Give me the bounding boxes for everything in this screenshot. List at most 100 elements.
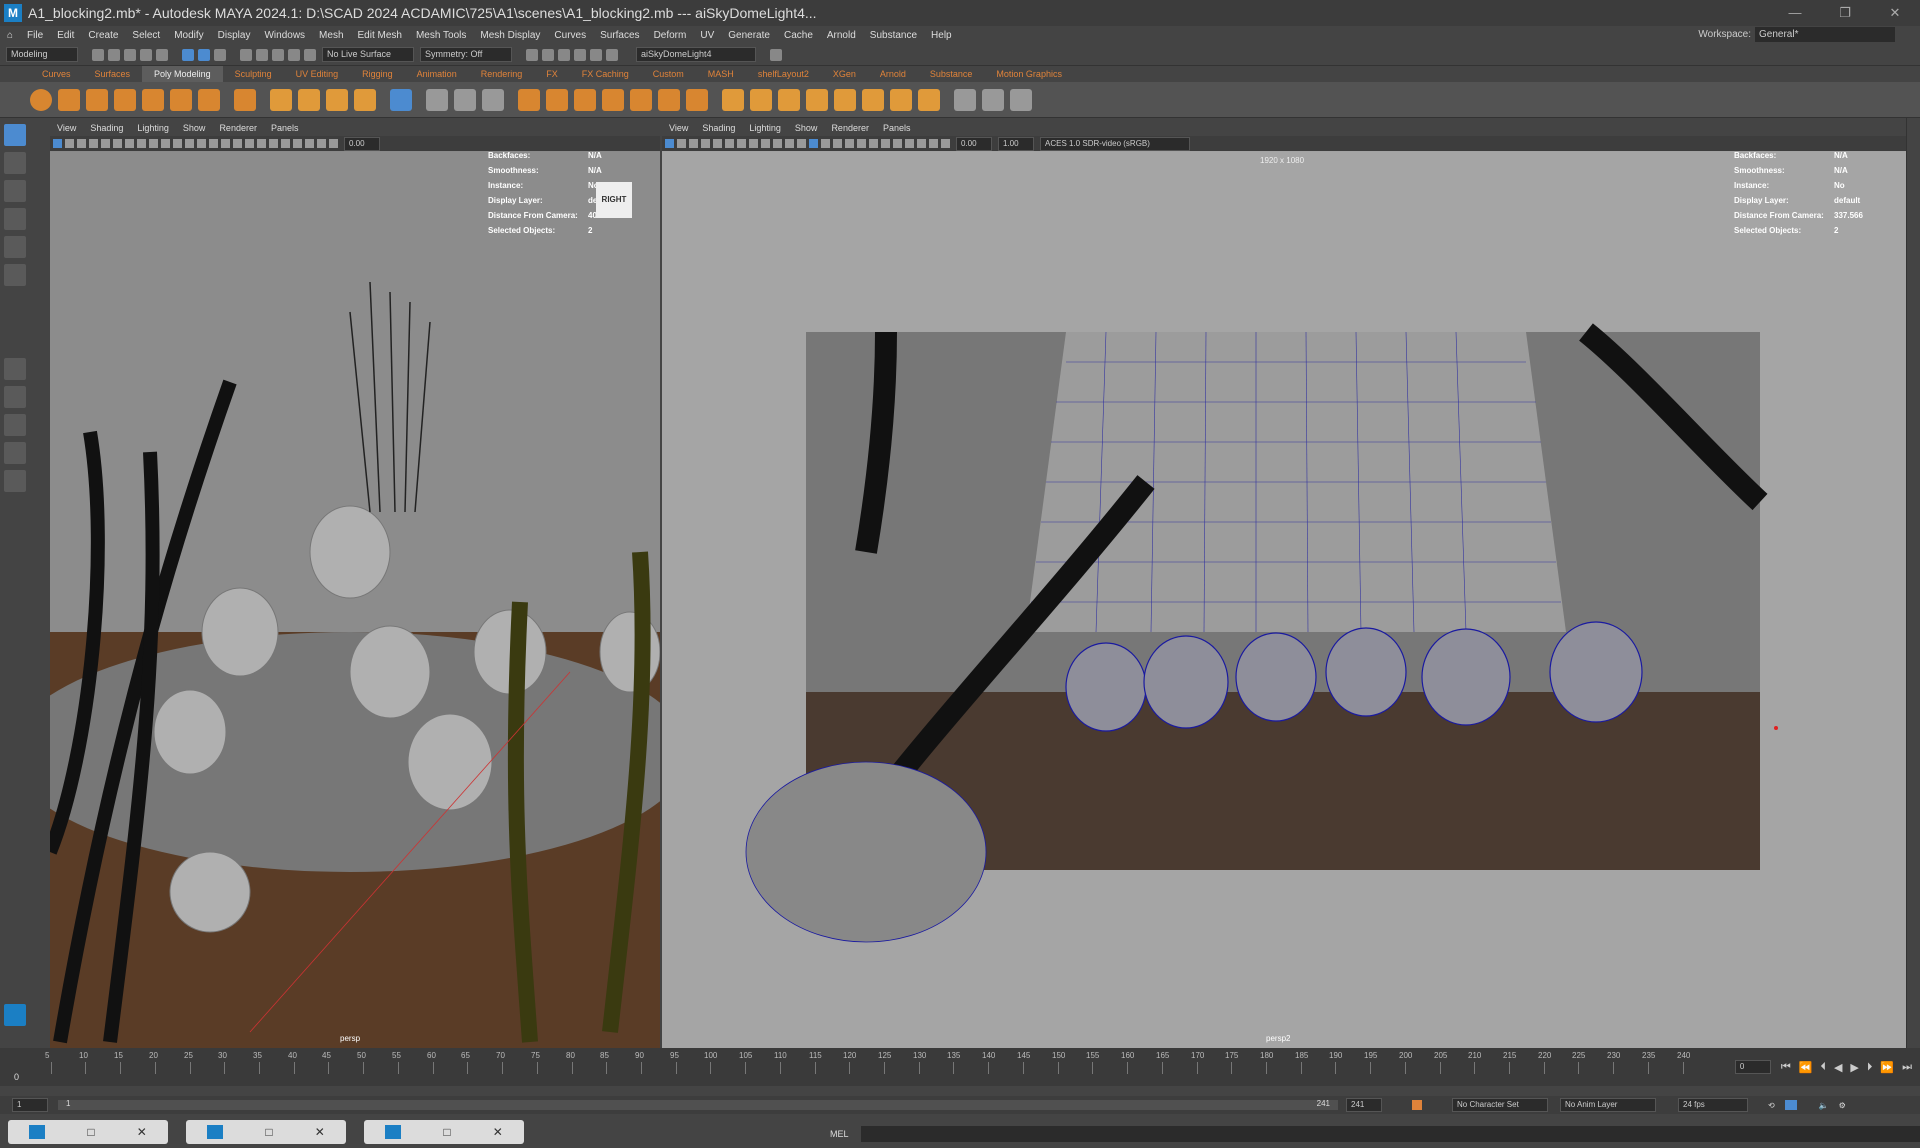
snap-surface-icon[interactable] bbox=[304, 48, 316, 61]
hypershade-icon[interactable] bbox=[574, 48, 586, 61]
restore-icon[interactable]: □ bbox=[443, 1125, 450, 1139]
shelf-tab-uv-editing[interactable]: UV Editing bbox=[284, 66, 351, 82]
menu-cache[interactable]: Cache bbox=[777, 30, 820, 41]
uv-grid-icon[interactable] bbox=[390, 88, 412, 111]
bookmark-icon[interactable] bbox=[689, 139, 698, 148]
go-to-end-icon[interactable]: ⏭ bbox=[1902, 1061, 1912, 1074]
depth-of-field-icon[interactable] bbox=[929, 139, 938, 148]
bridge-icon[interactable] bbox=[602, 88, 624, 111]
vp2-menu-lighting[interactable]: Lighting bbox=[742, 123, 788, 133]
vp1-menu-lighting[interactable]: Lighting bbox=[130, 123, 176, 133]
menu-display[interactable]: Display bbox=[211, 30, 258, 41]
range-bar[interactable]: 1 241 bbox=[58, 1099, 1338, 1110]
viewport-persp[interactable]: View Shading Lighting Show Renderer Pane… bbox=[50, 120, 660, 1048]
step-forward-icon[interactable]: ⏵ bbox=[1867, 1061, 1873, 1074]
render-settings-icon[interactable] bbox=[558, 48, 570, 61]
ambient-occlusion-icon[interactable] bbox=[893, 139, 902, 148]
super-shape-icon[interactable] bbox=[270, 88, 292, 111]
vp1-menu-view[interactable]: View bbox=[50, 123, 83, 133]
menu-create[interactable]: Create bbox=[81, 30, 125, 41]
shelf-tab-poly-modeling[interactable]: Poly Modeling bbox=[142, 66, 223, 82]
shelf-tab-rendering[interactable]: Rendering bbox=[469, 66, 535, 82]
shadows-icon[interactable] bbox=[233, 139, 242, 148]
menu-mesh-tools[interactable]: Mesh Tools bbox=[409, 30, 473, 41]
safe-action-icon[interactable] bbox=[161, 139, 170, 148]
booleans-icon[interactable] bbox=[518, 88, 540, 111]
play-forward-icon[interactable]: ▶ bbox=[1850, 1061, 1858, 1074]
field-chart-icon[interactable] bbox=[149, 139, 158, 148]
textured-icon[interactable] bbox=[209, 139, 218, 148]
new-scene-icon[interactable] bbox=[92, 48, 104, 61]
current-frame-field[interactable]: 0 bbox=[1734, 1060, 1771, 1074]
outliner-layout-icon[interactable] bbox=[4, 442, 26, 464]
fps-dropdown[interactable]: 24 fps bbox=[1678, 1098, 1748, 1112]
menu-edit-mesh[interactable]: Edit Mesh bbox=[351, 30, 409, 41]
shelf-tab-sculpting[interactable]: Sculpting bbox=[223, 66, 284, 82]
smooth-shade-icon[interactable] bbox=[185, 139, 194, 148]
wireframe-icon[interactable] bbox=[173, 139, 182, 148]
menu-modify[interactable]: Modify bbox=[167, 30, 210, 41]
resolution-gate-icon[interactable] bbox=[737, 139, 746, 148]
lasso-tool-icon[interactable] bbox=[4, 152, 26, 174]
svg-icon[interactable] bbox=[354, 88, 376, 111]
anim-end-field[interactable]: 241 bbox=[1346, 1098, 1382, 1112]
duplicate-face-icon[interactable] bbox=[918, 88, 940, 111]
menu-generate[interactable]: Generate bbox=[721, 30, 777, 41]
shelf-tab-custom[interactable]: Custom bbox=[641, 66, 696, 82]
xray-icon[interactable] bbox=[857, 139, 866, 148]
bevel-icon[interactable] bbox=[630, 88, 652, 111]
quad-draw-icon[interactable] bbox=[834, 88, 856, 111]
step-back-icon[interactable]: ⏴ bbox=[1820, 1061, 1826, 1074]
cache-playback-icon[interactable] bbox=[1784, 1100, 1797, 1110]
step-back-key-icon[interactable]: ⏪ bbox=[1799, 1061, 1813, 1074]
character-set-dropdown[interactable]: No Character Set bbox=[1452, 1098, 1548, 1112]
time-slider[interactable]: 5 10 15 20 25 30 35 40 45 50 55 60 65 70 75 80 85 90 95 100… bbox=[0, 1048, 1920, 1086]
redo-icon[interactable] bbox=[156, 48, 168, 61]
combine-icon[interactable] bbox=[426, 88, 448, 111]
snap-view-icon[interactable] bbox=[288, 48, 300, 61]
ambient-occlusion-icon[interactable] bbox=[281, 139, 290, 148]
bookmark-icon[interactable] bbox=[77, 139, 86, 148]
single-perspective-layout-icon[interactable] bbox=[4, 358, 26, 380]
workspace-dropdown[interactable]: General* bbox=[1755, 27, 1895, 42]
side-panel-tabs[interactable] bbox=[1906, 118, 1920, 1048]
sculpt-icon[interactable] bbox=[770, 48, 782, 61]
menu-substance[interactable]: Substance bbox=[863, 30, 924, 41]
object-name-field[interactable]: aiSkyDomeLight4 bbox=[636, 47, 756, 62]
wireframe-icon[interactable] bbox=[785, 139, 794, 148]
undo-icon[interactable] bbox=[140, 48, 152, 61]
xray-joints-icon[interactable] bbox=[869, 139, 878, 148]
vp2-menu-renderer[interactable]: Renderer bbox=[824, 123, 876, 133]
menu-edit[interactable]: Edit bbox=[50, 30, 81, 41]
gate-mask-icon[interactable] bbox=[749, 139, 758, 148]
close-icon[interactable]: ✕ bbox=[315, 1125, 325, 1139]
use-lights-icon[interactable] bbox=[833, 139, 842, 148]
pause-icon[interactable] bbox=[606, 48, 618, 61]
xray-joints-icon[interactable] bbox=[257, 139, 266, 148]
mode-dropdown[interactable]: Modeling bbox=[6, 47, 78, 62]
depth-of-field-icon[interactable] bbox=[317, 139, 326, 148]
maya-home-icon[interactable] bbox=[4, 1004, 26, 1026]
smooth-shade-icon[interactable] bbox=[797, 139, 806, 148]
exposure-icon[interactable] bbox=[941, 139, 950, 148]
zoom-search-icon[interactable] bbox=[4, 470, 26, 492]
vp2-menu-panels[interactable]: Panels bbox=[876, 123, 918, 133]
film-gate-icon[interactable] bbox=[725, 139, 734, 148]
image-plane-icon[interactable] bbox=[701, 139, 710, 148]
rotate-tool-icon[interactable] bbox=[4, 236, 26, 258]
shelf-tab-animation[interactable]: Animation bbox=[405, 66, 469, 82]
menu-help[interactable]: Help bbox=[924, 30, 959, 41]
safe-action-icon[interactable] bbox=[773, 139, 782, 148]
close-icon[interactable]: ✕ bbox=[493, 1125, 503, 1139]
color-space-dropdown[interactable]: ACES 1.0 SDR-video (sRGB) bbox=[1040, 136, 1190, 151]
vp2-exposure-field[interactable]: 0.00 bbox=[956, 136, 992, 151]
sculpt-tool-icon[interactable] bbox=[1010, 88, 1032, 111]
command-input[interactable] bbox=[860, 1126, 1920, 1142]
save-scene-icon[interactable] bbox=[124, 48, 136, 61]
crease-tool-icon[interactable] bbox=[982, 88, 1004, 111]
grid-icon[interactable] bbox=[101, 139, 110, 148]
merge-icon[interactable] bbox=[686, 88, 708, 111]
restore-icon[interactable]: □ bbox=[265, 1125, 272, 1139]
open-scene-icon[interactable] bbox=[108, 48, 120, 61]
motion-blur-icon[interactable] bbox=[905, 139, 914, 148]
